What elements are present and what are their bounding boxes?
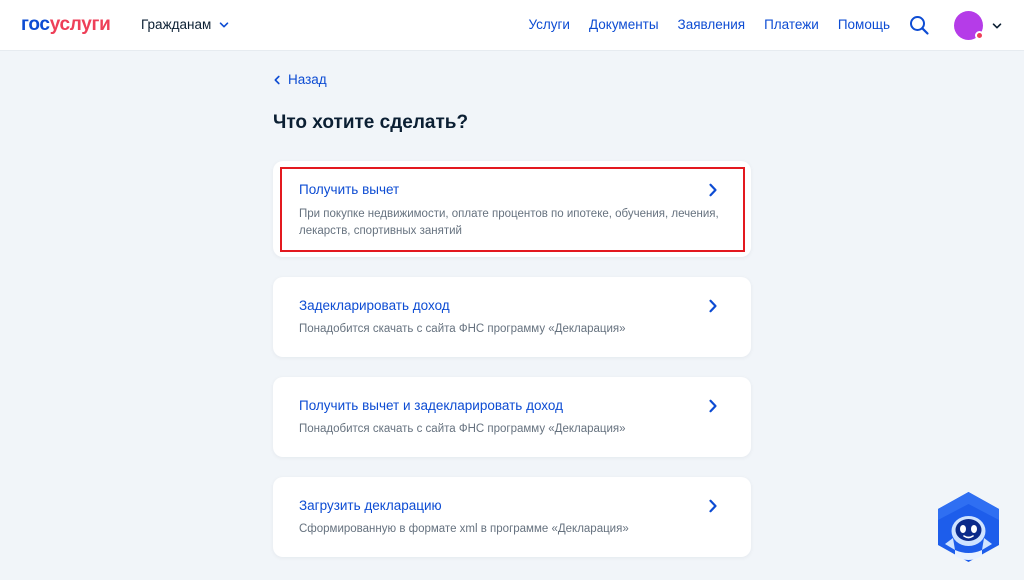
main-nav: Услуги Документы Заявления Платежи Помощ… xyxy=(528,17,890,33)
chevron-down-icon xyxy=(219,22,229,28)
nav-link-documents[interactable]: Документы xyxy=(589,17,659,33)
option-title: Получить вычет xyxy=(299,182,400,197)
page-title: Что хотите сделать? xyxy=(273,112,469,133)
chevron-right-icon xyxy=(709,183,717,197)
chevron-down-icon xyxy=(992,23,1002,29)
option-title: Загрузить декларацию xyxy=(299,498,442,513)
back-link[interactable]: Назад xyxy=(273,72,327,88)
back-label: Назад xyxy=(288,72,327,87)
nav-link-payments[interactable]: Платежи xyxy=(764,17,819,33)
option-title: Получить вычет и задекларировать доход xyxy=(299,398,563,413)
option-description: Понадобится скачать с сайта ФНС программ… xyxy=(299,423,626,435)
logo-part-gos: гос xyxy=(21,14,50,35)
robot-assistant-icon[interactable] xyxy=(933,490,1004,564)
audience-selector[interactable]: Гражданам xyxy=(141,17,229,33)
option-description: При покупке недвижимости, оплате процент… xyxy=(299,208,719,237)
top-header: госуслуги Гражданам Услуги Документы Зая… xyxy=(0,0,1024,51)
chevron-right-icon xyxy=(709,399,717,413)
option-title: Задекларировать доход xyxy=(299,298,450,313)
option-description: Сформированную в формате xml в программе… xyxy=(299,523,629,535)
audience-label: Гражданам xyxy=(141,17,212,32)
notification-dot-icon xyxy=(975,31,984,40)
gosuslugi-logo[interactable]: госуслуги xyxy=(21,15,111,35)
option-description: Понадобится скачать с сайта ФНС программ… xyxy=(299,323,626,335)
option-card-declare-income[interactable]: Задекларировать доход Понадобится скачат… xyxy=(273,277,751,357)
option-card-get-deduction[interactable]: Получить вычет При покупке недвижимости,… xyxy=(273,161,751,257)
nav-link-applications[interactable]: Заявления xyxy=(678,17,746,33)
user-menu[interactable] xyxy=(954,11,1006,41)
logo-part-uslugi: услуги xyxy=(49,14,111,35)
search-icon[interactable] xyxy=(908,14,930,36)
nav-link-services[interactable]: Услуги xyxy=(528,17,570,33)
chevron-right-icon xyxy=(709,299,717,313)
option-card-deduction-and-declare[interactable]: Получить вычет и задекларировать доход П… xyxy=(273,377,751,457)
option-card-upload-declaration[interactable]: Загрузить декларацию Сформированную в фо… xyxy=(273,477,751,557)
nav-link-help[interactable]: Помощь xyxy=(838,17,890,33)
chevron-right-icon xyxy=(709,499,717,513)
chevron-left-icon xyxy=(274,75,280,85)
